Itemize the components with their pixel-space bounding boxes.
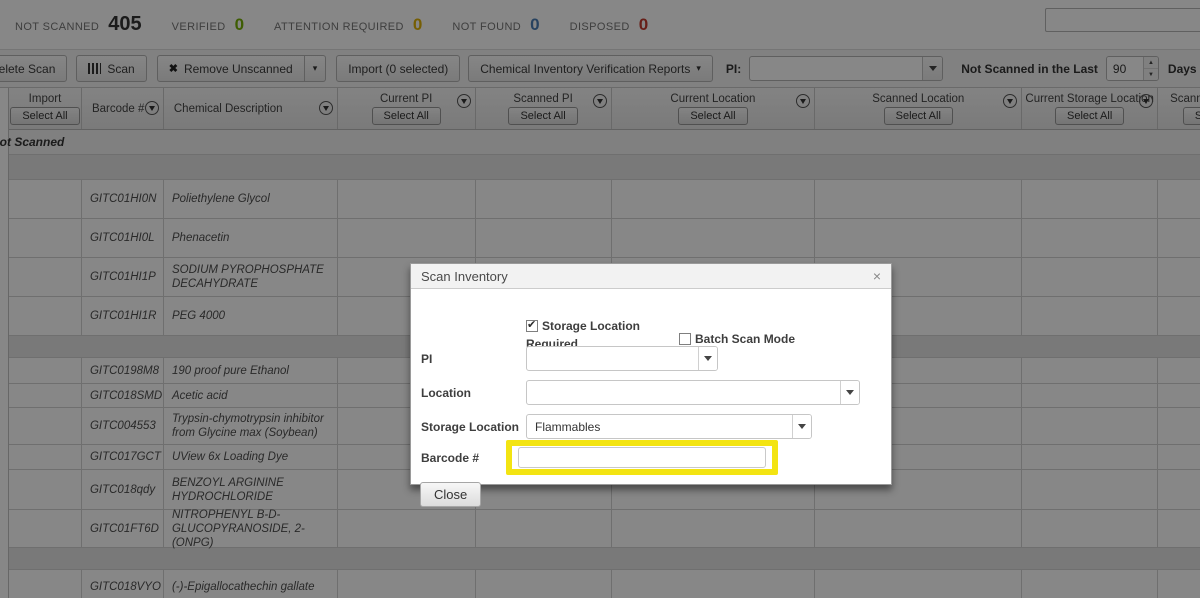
storage-location-select[interactable]: Flammables (526, 414, 812, 439)
dialog-header: Scan Inventory × (411, 264, 891, 289)
dialog-body: Storage Location Required Batch Scan Mod… (411, 289, 891, 485)
location-select[interactable] (526, 380, 860, 405)
pi-select[interactable] (526, 346, 718, 371)
storage-location-select-value: Flammables (527, 415, 792, 438)
barcode-input[interactable] (518, 447, 766, 468)
location-field-label: Location (421, 386, 471, 400)
storage-location-required-checkbox[interactable] (526, 320, 538, 332)
chevron-down-icon[interactable] (792, 415, 811, 438)
chevron-down-icon[interactable] (840, 381, 859, 404)
close-button[interactable]: Close (420, 482, 481, 507)
barcode-field-label: Barcode # (421, 451, 479, 465)
storage-location-field-label: Storage Location (421, 420, 519, 434)
pi-select-value (527, 347, 698, 370)
close-icon[interactable]: × (873, 269, 881, 283)
chevron-down-icon[interactable] (698, 347, 717, 370)
batch-scan-mode-label: Batch Scan Mode (695, 332, 795, 346)
batch-scan-mode-checkbox[interactable] (679, 333, 691, 345)
dialog-title: Scan Inventory (421, 269, 873, 284)
pi-field-label: PI (421, 352, 432, 366)
scan-inventory-dialog: Scan Inventory × Storage Location Requir… (410, 263, 892, 485)
location-select-value (527, 381, 840, 404)
barcode-input-highlight (506, 440, 778, 475)
